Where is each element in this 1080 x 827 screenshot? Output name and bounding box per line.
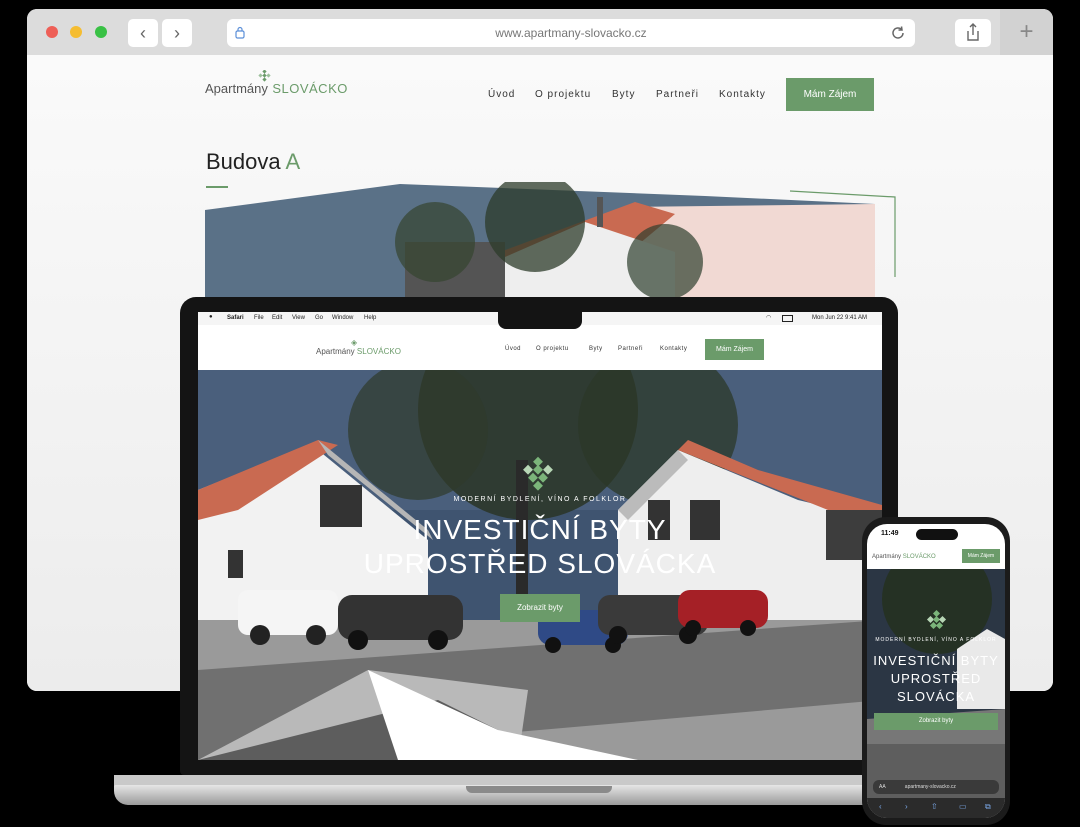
laptop-screen: ● Safari File Edit View Go Window Help ◠… [198, 312, 882, 760]
logo-text-main: Apartmány [205, 81, 268, 96]
phone-forward-icon[interactable]: › [905, 802, 908, 811]
laptop-show-apartments-button[interactable]: Zobrazit byty [500, 594, 580, 622]
text-size-button[interactable]: AA [879, 784, 885, 790]
laptop-base-notch [466, 786, 612, 793]
laptop-nav-o-projektu[interactable]: O projektu [536, 346, 569, 352]
forward-button[interactable]: › [162, 19, 192, 47]
new-tab-button[interactable]: + [1000, 9, 1053, 55]
phone-url-text: apartmany-slovacko.cz [904, 784, 956, 790]
share-button[interactable] [955, 19, 991, 47]
nav-item-uvod[interactable]: Úvod [488, 89, 515, 100]
section-title-accent: A [285, 149, 301, 174]
apple-icon: ● [209, 314, 213, 320]
close-window-button[interactable] [46, 26, 58, 38]
laptop-nav-uvod[interactable]: Úvod [505, 346, 521, 352]
phone-logo-main: Apartmány [872, 554, 902, 560]
plus-icon: + [1019, 18, 1034, 45]
laptop-nav-byty[interactable]: Byty [589, 346, 603, 352]
phone-back-icon[interactable]: ‹ [879, 802, 882, 811]
phone-hero-kicker: MODERNÍ BYDLENÍ, VÍNO A FOLKLOR [875, 637, 997, 643]
battery-icon [782, 315, 793, 322]
share-icon [967, 23, 979, 41]
browser-toolbar: ‹ › www.apartmany-slovacko.cz + [27, 9, 1053, 55]
chevron-left-icon: ‹ [140, 23, 146, 43]
laptop-logo-accent: SLOVÁCKO [356, 347, 401, 356]
phone-tabs-icon[interactable]: ⧉ [985, 802, 991, 812]
phone-interest-button[interactable]: Mám Zájem [962, 549, 1000, 563]
menu-safari[interactable]: Safari [227, 315, 244, 321]
building-render-image [205, 182, 896, 307]
dynamic-island [916, 529, 958, 540]
nav-item-byty[interactable]: Byty [612, 89, 635, 100]
interest-button[interactable]: Mám Zájem [786, 78, 874, 111]
laptop-nav-kontakty[interactable]: Kontakty [660, 346, 687, 352]
menubar-clock: Mon Jun 22 9:41 AM [812, 315, 868, 321]
menu-help[interactable]: Help [364, 315, 376, 321]
phone-hero-title-line2: UPROSTŘED [890, 671, 982, 686]
phone-hero-title-line3: SLOVÁCKA [896, 689, 976, 704]
laptop-hero-title-line2: UPROSTŘED SLOVÁCKA [363, 548, 717, 579]
menu-go[interactable]: Go [315, 315, 323, 321]
logo-text-accent: SLOVÁCKO [272, 81, 348, 96]
wifi-icon: ◠ [766, 315, 772, 321]
chevron-right-icon: › [174, 23, 180, 43]
laptop-camera-notch [498, 305, 582, 329]
nav-item-partneri[interactable]: Partneři [656, 89, 699, 100]
menu-window[interactable]: Window [332, 315, 353, 321]
phone-site-logo[interactable]: Apartmány SLOVÁCKO [872, 554, 936, 560]
nav-item-o-projektu[interactable]: O projektu [535, 89, 591, 100]
laptop-hero-kicker: MODERNÍ BYDLENÍ, VÍNO A FOLKLOR [453, 496, 627, 503]
url-text: www.apartmany-slovacko.cz [495, 26, 647, 40]
menu-view[interactable]: View [292, 315, 305, 321]
phone-logo-accent: SLOVÁCKO [902, 554, 936, 560]
laptop-logo-main: Apartmány [316, 347, 355, 356]
laptop-nav-partneri[interactable]: Partneři [618, 346, 643, 352]
phone-address-bar[interactable]: AA apartmany-slovacko.cz [873, 780, 999, 794]
phone-safari-toolbar: ‹ › ⇧ ▭ ⧉ [867, 798, 1005, 818]
phone-share-icon[interactable]: ⇧ [931, 802, 938, 811]
phone-screen: 11:49 Apartmány SLOVÁCKO Mám Zájem MODER… [867, 524, 1005, 818]
menu-edit[interactable]: Edit [272, 315, 282, 321]
laptop-diamond-logo-icon: ◈ [351, 338, 358, 347]
phone-show-apartments-button[interactable]: Zobrazit byty [874, 713, 998, 730]
minimize-window-button[interactable] [70, 26, 82, 38]
phone-clock: 11:49 [881, 530, 899, 537]
laptop-hero-title-line1: INVESTIČNÍ BYTY [413, 514, 667, 545]
section-title: Budova A [206, 149, 301, 174]
menu-file[interactable]: File [254, 315, 264, 321]
laptop-interest-button[interactable]: Mám Zájem [705, 339, 764, 360]
laptop-site-logo[interactable]: Apartmány SLOVÁCKO [316, 347, 401, 356]
diamond-logo-icon [258, 70, 271, 82]
address-bar[interactable]: www.apartmany-slovacko.cz [227, 19, 915, 47]
reload-icon[interactable] [889, 24, 907, 42]
back-button[interactable]: ‹ [128, 19, 158, 47]
nav-item-kontakty[interactable]: Kontakty [719, 89, 766, 100]
phone-bookmarks-icon[interactable]: ▭ [959, 802, 967, 811]
site-logo[interactable]: Apartmány SLOVÁCKO [205, 70, 348, 98]
maximize-window-button[interactable] [95, 26, 107, 38]
phone-hero-title-line1: INVESTIČNÍ BYTY [873, 653, 999, 668]
